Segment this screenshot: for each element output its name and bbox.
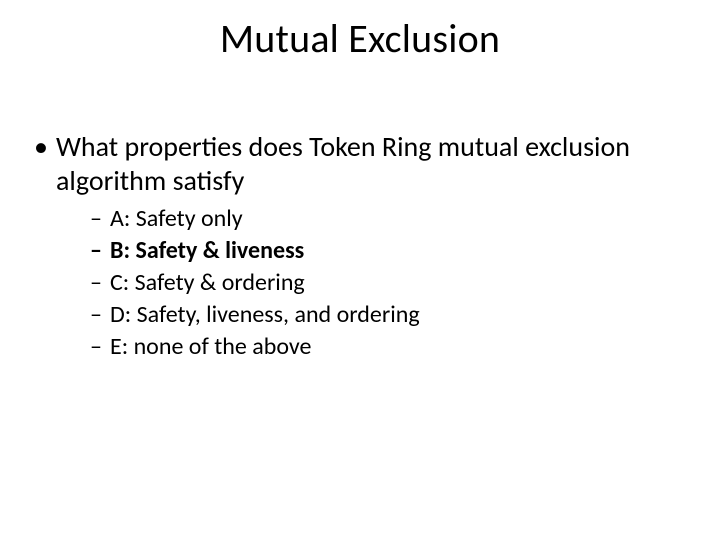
slide-body: • What properties does Token Ring mutual… bbox=[34, 130, 680, 364]
option-text: E: none of the above bbox=[110, 332, 311, 362]
option-text: B: Safety & liveness bbox=[110, 236, 304, 266]
option-text: D: Safety, liveness, and ordering bbox=[110, 300, 420, 330]
dash-icon: – bbox=[90, 268, 110, 298]
dash-icon: – bbox=[90, 204, 110, 234]
slide-title: Mutual Exclusion bbox=[0, 14, 720, 63]
options-list: – A: Safety only – B: Safety & liveness … bbox=[90, 204, 680, 362]
list-item: – A: Safety only bbox=[90, 204, 680, 234]
bullet-icon: • bbox=[34, 130, 56, 164]
dash-icon: – bbox=[90, 332, 110, 362]
option-text: C: Safety & ordering bbox=[110, 268, 305, 298]
dash-icon: – bbox=[90, 236, 110, 266]
list-item: – D: Safety, liveness, and ordering bbox=[90, 300, 680, 330]
dash-icon: – bbox=[90, 300, 110, 330]
question-item: • What properties does Token Ring mutual… bbox=[34, 130, 680, 198]
option-text: A: Safety only bbox=[110, 204, 243, 234]
question-text: What properties does Token Ring mutual e… bbox=[56, 130, 680, 198]
list-item: – C: Safety & ordering bbox=[90, 268, 680, 298]
list-item: – B: Safety & liveness bbox=[90, 236, 680, 266]
slide: Mutual Exclusion • What properties does … bbox=[0, 0, 720, 540]
list-item: – E: none of the above bbox=[90, 332, 680, 362]
